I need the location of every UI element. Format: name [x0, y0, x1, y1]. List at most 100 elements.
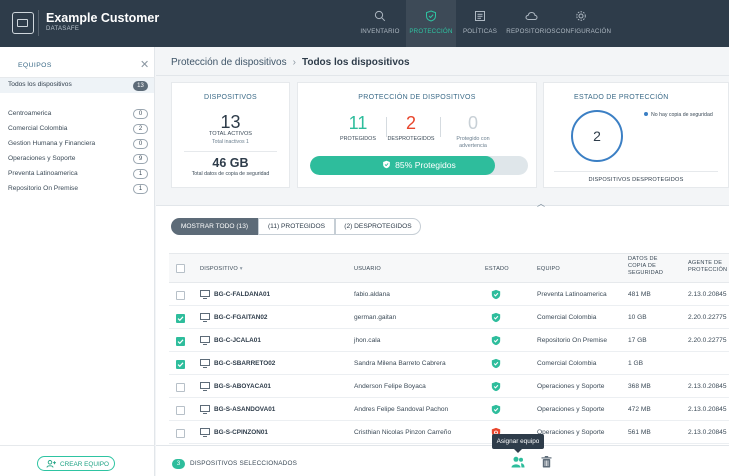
table-row[interactable]: BG-C-FALDANA01 fabio.aldana Preventa Lat…	[169, 284, 729, 306]
nav-tab-politicas[interactable]: POLÍTICAS	[456, 0, 504, 47]
filter-protected[interactable]: (11) PROTEGIDOS	[258, 218, 335, 235]
row-checkbox-checked[interactable]	[176, 360, 185, 369]
count-badge: 1	[133, 169, 148, 179]
row-checkbox[interactable]	[176, 406, 185, 415]
card-title: PROTECCIÓN DE DISPOSITIVOS	[358, 94, 476, 101]
close-icon[interactable]: ✕	[140, 58, 149, 71]
column-header-device[interactable]: DISPOSITIVO ▾	[200, 266, 243, 273]
top-bar: Example Customer DATASAFE INVENTARIO PRO…	[0, 0, 729, 47]
count-badge: 9	[133, 154, 148, 164]
computer-icon	[200, 313, 210, 322]
user-cell: Anderson Felipe Boyaca	[354, 383, 426, 390]
user-cell: jhon.cala	[354, 337, 381, 344]
row-checkbox[interactable]	[176, 383, 185, 392]
protected-label: PROTEGIDOS	[340, 136, 376, 142]
row-checkbox[interactable]	[176, 291, 185, 300]
device-name[interactable]: BG-S-CPINZON01	[214, 429, 268, 436]
unprotected-ring-chart[interactable]: 2	[571, 110, 623, 162]
filter-show-all[interactable]: MOSTRAR TODO (13)	[171, 218, 258, 235]
unprotected-label: DESPROTEGIDOS	[387, 136, 435, 142]
protected-stat[interactable]: 11 PROTEGIDOS	[333, 113, 383, 143]
gear-icon	[576, 11, 586, 21]
assign-team-icon[interactable]	[511, 456, 525, 468]
computer-icon	[200, 336, 210, 345]
nav-tab-repositorios[interactable]: REPOSITORIOS	[504, 0, 558, 47]
device-name[interactable]: BG-C-FGAITAN02	[214, 314, 268, 321]
team-cell: Comercial Colombia	[537, 360, 597, 367]
computer-icon	[200, 290, 210, 299]
policy-list-icon	[475, 11, 485, 21]
chevron-right-icon: ›	[292, 57, 296, 68]
user-cell: fabio.aldana	[354, 291, 390, 298]
column-header-team[interactable]: EQUIPO	[537, 266, 560, 273]
nav-tab-label: POLÍTICAS	[462, 28, 498, 35]
shield-check-icon	[491, 312, 501, 323]
device-name[interactable]: BG-C-JCALA01	[214, 337, 261, 344]
table-row[interactable]: BG-S-CPINZON01 Cristhian Nicolas Pinzon …	[169, 422, 729, 444]
status-filter-group: MOSTRAR TODO (13) (11) PROTEGIDOS (2) DE…	[171, 218, 421, 235]
backup-size-value: 46 GB	[212, 156, 249, 170]
unprotected-stat[interactable]: 2 DESPROTEGIDOS	[386, 113, 436, 143]
protection-progress-bar: 85% Protegidos	[310, 156, 528, 175]
device-name[interactable]: BG-C-FALDANA01	[214, 291, 270, 298]
customer-logo-icon	[12, 12, 34, 34]
legend-dot	[644, 112, 648, 116]
progress-label: 85% Protegidos	[395, 160, 456, 170]
card-divider	[184, 151, 277, 152]
device-name[interactable]: BG-S-ASANDOVA01	[214, 406, 275, 413]
total-active-label: TOTAL ACTIVOS	[208, 131, 253, 137]
sidebar-item-centroamerica[interactable]: Centroamerica 0	[0, 108, 154, 122]
team-cell: Comercial Colombia	[537, 314, 597, 321]
sidebar-item-label: Repositorio On Premise	[8, 185, 78, 192]
team-cell: Repositorio On Premise	[537, 337, 607, 344]
column-header-agent[interactable]: AGENTE DE PROTECCIÓN	[688, 260, 728, 274]
device-name[interactable]: BG-S-ABOYACA01	[214, 383, 271, 390]
device-name[interactable]: BG-C-SBARRETO02	[214, 360, 275, 367]
nav-tab-label: PROTECCIÓN	[409, 28, 453, 35]
table-row[interactable]: BG-C-JCALA01 jhon.cala Repositorio On Pr…	[169, 330, 729, 352]
chevron-up-icon[interactable]: ︿	[533, 198, 549, 210]
team-cell: Operaciones y Soporte	[537, 429, 605, 436]
sidebar-item-all-devices[interactable]: Todos los dispositivos 13	[0, 78, 154, 93]
nav-tab-inventario[interactable]: INVENTARIO	[355, 0, 405, 47]
row-checkbox-checked[interactable]	[176, 337, 185, 346]
user-cell: german.gaitan	[354, 314, 397, 321]
sidebar-item-comercial-colombia[interactable]: Comercial Colombia 2	[0, 123, 154, 137]
filter-unprotected[interactable]: (2) DESPROTEGIDOS	[335, 218, 421, 235]
agent-cell: 2.20.0.22775	[688, 314, 727, 321]
card-title: ESTADO DE PROTECCIÓN	[574, 94, 669, 101]
card-footer: DISPOSITIVOS DESPROTEGIDOS	[588, 177, 684, 183]
breadcrumb-parent[interactable]: Protección de dispositivos	[171, 57, 287, 68]
row-checkbox[interactable]	[176, 429, 185, 438]
table-row[interactable]: BG-S-ASANDOVA01 Andres Felipe Sandoval P…	[169, 399, 729, 421]
nav-tab-configuracion[interactable]: CONFIGURACIÓN	[556, 0, 611, 47]
sidebar-item-operaciones-soporte[interactable]: Operaciones y Soporte 9	[0, 153, 154, 167]
team-cell: Preventa Latinoamerica	[537, 291, 607, 298]
column-header-user[interactable]: USUARIO	[354, 266, 381, 273]
column-header-backup[interactable]: DATOS DE COPIA DE SEGURIDAD	[628, 256, 668, 277]
total-inactive-label[interactable]: Total inactivos 1	[172, 139, 289, 145]
create-team-button[interactable]: CREAR EQUIPO	[37, 456, 115, 471]
count-badge: 0	[133, 109, 148, 119]
warning-label: Protegido con advertencia	[456, 136, 490, 149]
sidebar-item-repositorio[interactable]: Repositorio On Premise 1	[0, 183, 154, 197]
table-row[interactable]: BG-S-ABOYACA01 Anderson Felipe Boyaca Op…	[169, 376, 729, 398]
row-checkbox-checked[interactable]	[176, 314, 185, 323]
sidebar-footer-divider	[0, 445, 155, 446]
table-row[interactable]: BG-C-SBARRETO02 Sandra Milena Barreto Ca…	[169, 353, 729, 375]
column-header-state[interactable]: ESTADO	[485, 266, 509, 273]
sidebar-item-gestion-humana[interactable]: Gestion Humana y Financiera 0	[0, 138, 154, 152]
checkmark-icon	[177, 339, 184, 345]
selected-count-badge: 3	[172, 459, 185, 469]
user-cell: Andres Felipe Sandoval Pachon	[354, 406, 449, 413]
select-all-checkbox[interactable]	[176, 264, 185, 273]
shield-check-icon	[383, 160, 391, 169]
table-row[interactable]: BG-C-FGAITAN02 german.gaitan Comercial C…	[169, 307, 729, 329]
warning-stat[interactable]: 0 Protegido con advertencia	[448, 113, 498, 150]
computer-icon	[200, 428, 210, 437]
selected-label: DISPOSITIVOS SELECCIONADOS	[190, 460, 298, 467]
trash-icon[interactable]	[541, 456, 552, 468]
sidebar-item-label: Comercial Colombia	[8, 125, 68, 132]
nav-tab-proteccion[interactable]: PROTECCIÓN	[406, 0, 456, 47]
sidebar-item-preventa[interactable]: Preventa Latinoamerica 1	[0, 168, 154, 182]
